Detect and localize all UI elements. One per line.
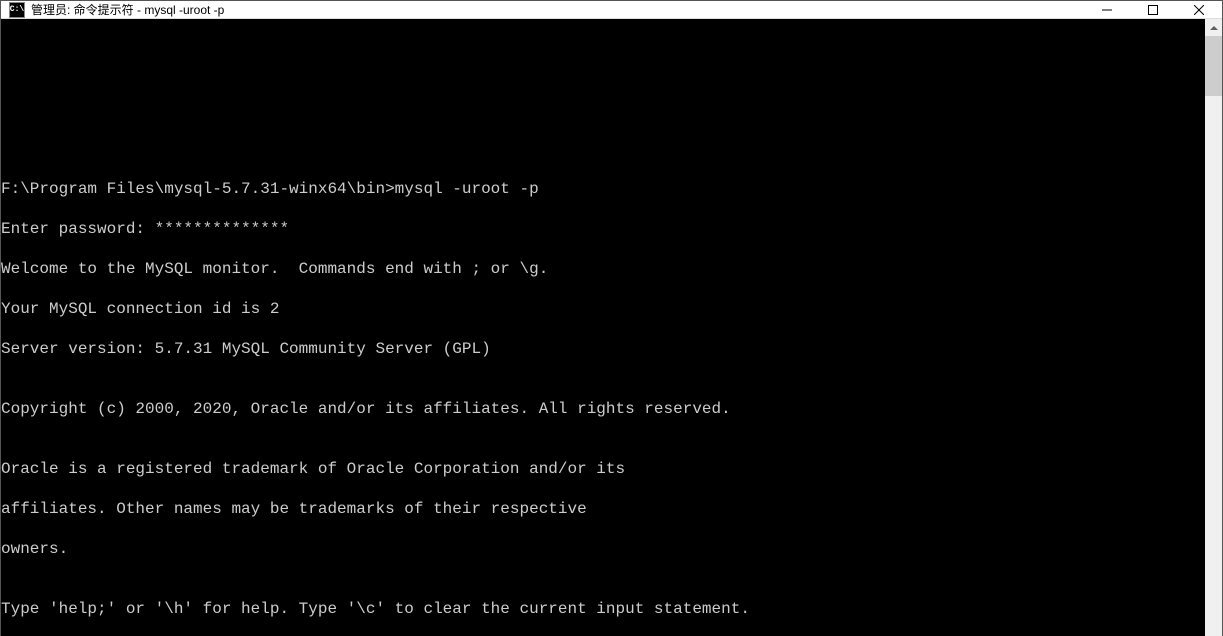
terminal-line: Oracle is a registered trademark of Orac… — [1, 459, 1205, 479]
close-icon — [1194, 5, 1204, 15]
window-controls — [1084, 1, 1222, 18]
titlebar[interactable]: C:\ 管理员: 命令提示符 - mysql -uroot -p — [1, 1, 1222, 19]
terminal[interactable]: F:\Program Files\mysql-5.7.31-winx64\bin… — [1, 19, 1205, 636]
terminal-line: owners. — [1, 539, 1205, 559]
scroll-thumb[interactable] — [1205, 36, 1222, 96]
terminal-line: Welcome to the MySQL monitor. Commands e… — [1, 259, 1205, 279]
terminal-line — [1, 139, 1205, 159]
terminal-line: Type 'help;' or '\h' for help. Type '\c'… — [1, 599, 1205, 619]
terminal-line: Copyright (c) 2000, 2020, Oracle and/or … — [1, 399, 1205, 419]
window-title: 管理员: 命令提示符 - mysql -uroot -p — [31, 1, 1084, 18]
terminal-output: F:\Program Files\mysql-5.7.31-winx64\bin… — [1, 59, 1205, 636]
cmd-icon: C:\ — [9, 2, 25, 18]
maximize-icon — [1148, 5, 1158, 15]
close-button[interactable] — [1176, 1, 1222, 18]
terminal-line: affiliates. Other names may be trademark… — [1, 499, 1205, 519]
terminal-line: Your MySQL connection id is 2 — [1, 299, 1205, 319]
terminal-line: Enter password: ************** — [1, 219, 1205, 239]
terminal-line: Server version: 5.7.31 MySQL Community S… — [1, 339, 1205, 359]
chevron-up-icon — [1210, 26, 1218, 30]
client-area: F:\Program Files\mysql-5.7.31-winx64\bin… — [1, 19, 1222, 636]
scroll-track[interactable] — [1205, 36, 1222, 636]
maximize-button[interactable] — [1130, 1, 1176, 18]
scroll-up-button[interactable] — [1205, 19, 1222, 36]
cmd-window: C:\ 管理员: 命令提示符 - mysql -uroot -p F:\Prog… — [0, 0, 1223, 636]
terminal-line: F:\Program Files\mysql-5.7.31-winx64\bin… — [1, 179, 1205, 199]
vertical-scrollbar[interactable] — [1205, 19, 1222, 636]
minimize-icon — [1102, 5, 1112, 15]
minimize-button[interactable] — [1084, 1, 1130, 18]
